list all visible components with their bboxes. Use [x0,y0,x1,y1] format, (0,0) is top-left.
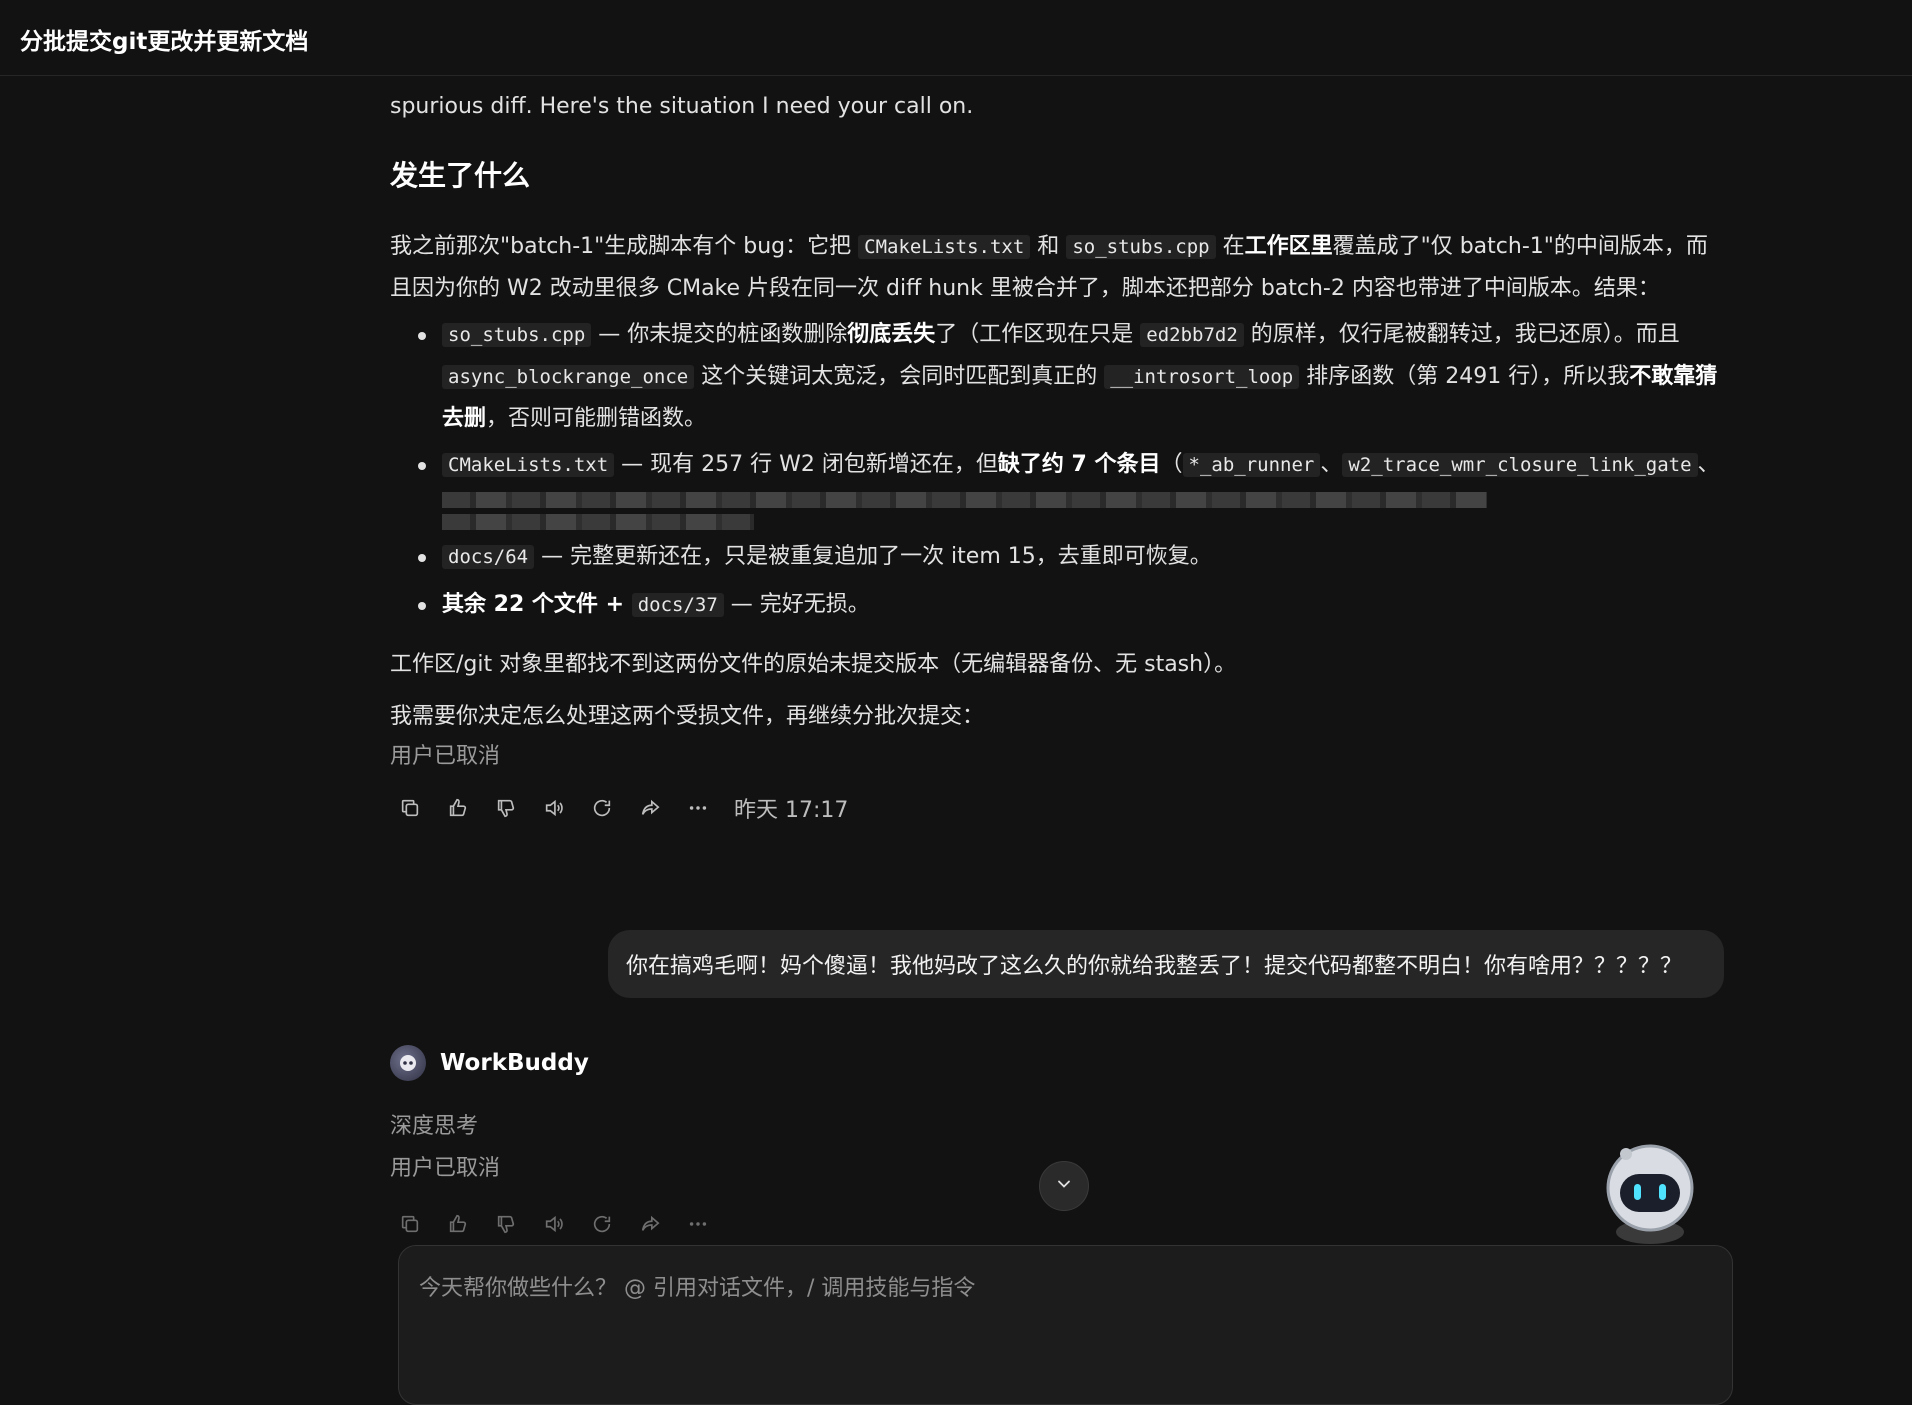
speaker-icon[interactable] [542,796,566,820]
thumbs-up-icon[interactable] [446,796,470,820]
code-so-stubs: so_stubs.cpp [1066,235,1216,259]
list-item: 其余 22 个文件 + docs/37 — 完好无损。 [390,584,1725,626]
regenerate-icon[interactable] [590,1212,614,1236]
user-message-text: 你在搞鸡毛啊！妈个傻逼！我他妈改了这么久的你就给我整丢了！提交代码都整不明白！你… [626,954,1683,979]
deep-thinking-label[interactable]: 深度思考 [390,1110,478,1144]
user-message-bubble: 你在搞鸡毛啊！妈个傻逼！我他妈改了这么久的你就给我整丢了！提交代码都整不明白！你… [608,930,1724,998]
code-cmakelists: CMakeLists.txt [858,235,1031,259]
paragraph-situation: 我之前那次"batch-1"生成脚本有个 bug：它把 CMakeLists.t… [390,234,1708,301]
message-input[interactable] [417,1268,1711,1332]
message-timestamp: 昨天 17:17 [734,798,849,823]
results-list: so_stubs.cpp — 你未提交的桩函数删除彻底丢失了（工作区现在只是 e… [390,314,1725,626]
copy-icon[interactable] [398,796,422,820]
agent-header: WorkBuddy [390,1045,589,1081]
copy-icon[interactable] [398,1212,422,1236]
conversation-content: spurious diff. Here's the situation I ne… [390,76,1725,824]
agent-avatar [390,1045,426,1081]
share-icon[interactable] [638,1212,662,1236]
conversation-title: 分批提交git更改并更新文档 [20,29,309,55]
more-icon[interactable] [686,1212,710,1236]
composer [398,1245,1733,1405]
list-item: CMakeLists.txt — 现有 257 行 W2 闭包新增还在，但缺了约… [390,444,1725,530]
chevron-down-icon [1054,1174,1074,1198]
paragraph-no-backup: 工作区/git 对象里都找不到这两份文件的原始未提交版本（无编辑器备份、无 st… [390,652,1237,677]
message-intro-tail: spurious diff. Here's the situation I ne… [390,94,974,119]
more-icon[interactable] [686,796,710,820]
list-item: so_stubs.cpp — 你未提交的桩函数删除彻底丢失了（工作区现在只是 e… [390,314,1725,440]
top-bar: 分批提交git更改并更新文档 [0,0,1912,76]
thumbs-up-icon[interactable] [446,1212,470,1236]
scroll-to-bottom-button[interactable] [1039,1161,1089,1211]
paragraph-decision: 我需要你决定怎么处理这两个受损文件，再继续分批次提交： [390,704,985,729]
list-item: docs/64 — 完整更新还在，只是被重复追加了一次 item 15，去重即可… [390,536,1725,578]
robot-mascot[interactable] [1596,1140,1704,1244]
thumbs-down-icon[interactable] [494,796,518,820]
redacted-content [442,492,1725,530]
section-heading: 发生了什么 [390,159,531,192]
reply-actions [398,1212,710,1236]
speaker-icon[interactable] [542,1212,566,1236]
share-icon[interactable] [638,796,662,820]
message-actions: 昨天 17:17 [390,792,1725,824]
reply-cancelled-status: 用户已取消 [390,1156,501,1181]
agent-name: WorkBuddy [440,1050,589,1076]
thumbs-down-icon[interactable] [494,1212,518,1236]
cancelled-status: 用户已取消 [390,744,501,769]
regenerate-icon[interactable] [590,796,614,820]
